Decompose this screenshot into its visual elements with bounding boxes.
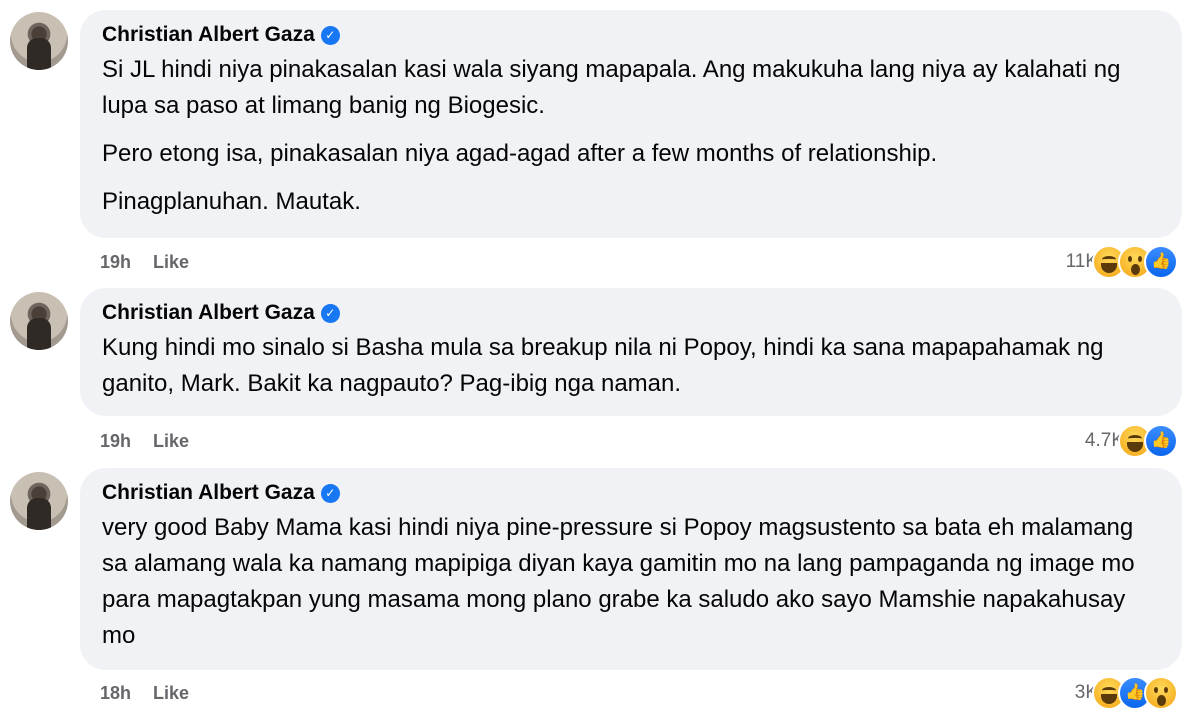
wow-reaction-icon xyxy=(1144,676,1178,710)
like-reaction-icon: 👍 xyxy=(1144,424,1178,458)
comment-text: Pero etong isa, pinakasalan niya agad-ag… xyxy=(102,140,938,167)
author-name[interactable]: Christian Albert Gaza xyxy=(102,301,315,325)
avatar[interactable] xyxy=(10,292,68,350)
comment-meta: 19h Like xyxy=(100,427,189,455)
comment-text: Si JL hindi niya pinakasalan kasi wala s… xyxy=(102,56,1121,119)
timestamp[interactable]: 18h xyxy=(100,683,131,704)
avatar[interactable] xyxy=(10,12,68,70)
like-button[interactable]: Like xyxy=(153,431,189,452)
comment-bubble: Christian Albert Gaza ✓ very good Baby M… xyxy=(80,468,1182,670)
reaction-summary[interactable]: 3K 👍 xyxy=(1075,675,1178,711)
reaction-summary[interactable]: 4.7K 👍 xyxy=(1085,423,1178,459)
verified-badge-icon: ✓ xyxy=(320,483,340,503)
comment-meta: 18h Like xyxy=(100,679,189,707)
author-name[interactable]: Christian Albert Gaza xyxy=(102,23,315,47)
author-name[interactable]: Christian Albert Gaza xyxy=(102,481,315,505)
comment-bubble: Christian Albert Gaza ✓ Kung hindi mo si… xyxy=(80,288,1182,416)
like-button[interactable]: Like xyxy=(153,683,189,704)
like-button[interactable]: Like xyxy=(153,252,189,273)
comment-meta: 19h Like xyxy=(100,248,189,276)
comment-text: Kung hindi mo sinalo si Basha mula sa br… xyxy=(102,334,1104,397)
avatar[interactable] xyxy=(10,472,68,530)
comment-text: Pinagplanuhan. Mautak. xyxy=(102,188,361,215)
timestamp[interactable]: 19h xyxy=(100,252,131,273)
like-reaction-icon: 👍 xyxy=(1144,245,1178,279)
verified-badge-icon: ✓ xyxy=(320,303,340,323)
comment-bubble: Christian Albert Gaza ✓ Si JL hindi niya… xyxy=(80,10,1182,238)
verified-badge-icon: ✓ xyxy=(320,25,340,45)
comment-text: very good Baby Mama kasi hindi niya pine… xyxy=(102,514,1135,649)
timestamp[interactable]: 19h xyxy=(100,431,131,452)
reaction-summary[interactable]: 11K 👍 xyxy=(1066,244,1178,280)
